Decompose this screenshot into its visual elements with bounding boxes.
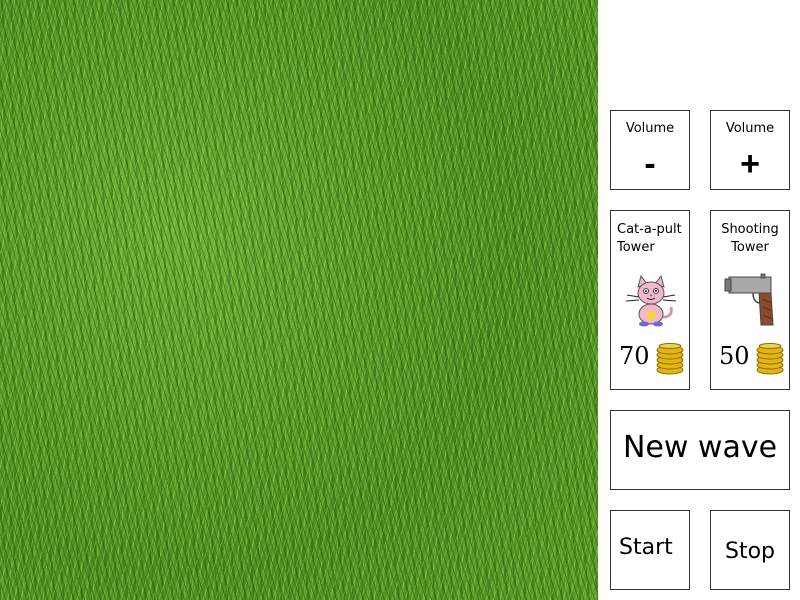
catapult-tower-price: 70: [619, 342, 650, 370]
catapult-tower-button[interactable]: Cat-a-pult Tower 70: [610, 210, 690, 390]
shooting-tower-button[interactable]: Shooting Tower 50: [710, 210, 790, 390]
grass-playfield[interactable]: [0, 0, 598, 600]
cat-icon: [625, 274, 677, 327]
volume-up-button[interactable]: Volume +: [710, 110, 790, 190]
coin-stack-icon: [656, 343, 684, 375]
new-wave-button[interactable]: New wave: [610, 410, 790, 490]
minus-icon: -: [644, 145, 656, 183]
game-window: Volume - Volume + Cat-a-pult Tower 70 Sh…: [0, 0, 800, 600]
stop-button[interactable]: Stop: [710, 510, 790, 590]
coin-stack-icon: [756, 343, 784, 375]
start-button[interactable]: Start: [610, 510, 690, 590]
start-label: Start: [619, 535, 673, 560]
side-panel: Volume - Volume + Cat-a-pult Tower 70 Sh…: [598, 0, 800, 600]
stop-label: Stop: [724, 539, 775, 564]
catapult-tower-title: Cat-a-pult Tower: [617, 222, 682, 255]
volume-up-label: Volume: [725, 121, 775, 136]
volume-down-button[interactable]: Volume -: [610, 110, 690, 190]
shooting-tower-price: 50: [719, 342, 750, 370]
shooting-tower-title: Shooting Tower: [721, 222, 779, 255]
gun-icon: [724, 273, 774, 326]
new-wave-label: New wave: [622, 430, 778, 465]
volume-down-label: Volume: [625, 121, 675, 136]
plus-icon: +: [740, 145, 760, 183]
